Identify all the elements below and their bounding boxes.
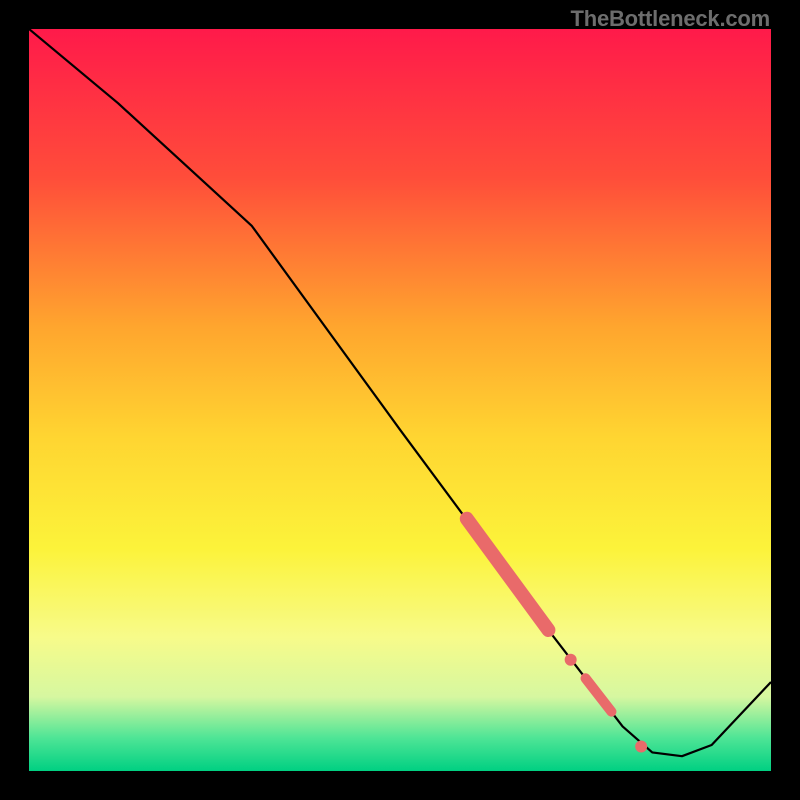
- chart-svg: [29, 29, 771, 771]
- chart-frame: TheBottleneck.com: [0, 0, 800, 800]
- highlight-dot-1: [565, 654, 577, 666]
- gradient-background: [29, 29, 771, 771]
- highlight-dot-3: [635, 741, 647, 753]
- plot-area: [29, 29, 771, 771]
